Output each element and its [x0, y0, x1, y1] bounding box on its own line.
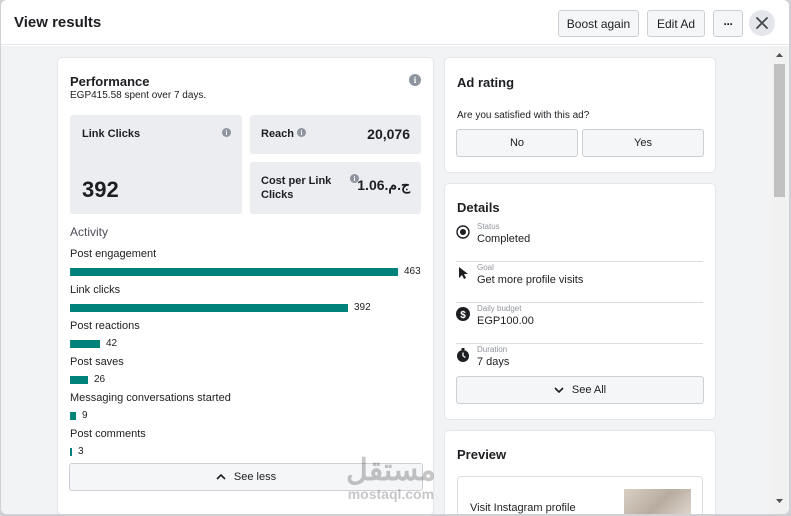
reach-value: 20,076 [367, 126, 410, 142]
close-icon [756, 17, 768, 29]
performance-subtitle: EGP415.58 spent over 7 days. [70, 90, 207, 101]
link-clicks-label: Link Clicks [82, 128, 141, 140]
detail-row-status: Status Completed [456, 221, 703, 262]
scroll-down-icon[interactable] [772, 496, 787, 506]
scrollbar-thumb[interactable] [774, 64, 785, 197]
goal-value: Get more profile visits [477, 274, 584, 286]
goal-label: Goal [477, 263, 494, 272]
activity-bar [70, 268, 398, 276]
duration-label: Duration [477, 345, 508, 354]
activity-value: 463 [404, 266, 421, 277]
ad-rating-question: Are you satisfied with this ad? [457, 110, 590, 121]
modal-content: Performance EGP415.58 spent over 7 days.… [1, 46, 789, 514]
watermark-sub: mostaql.com [347, 486, 435, 502]
duration-value: 7 days [477, 356, 510, 368]
activity-label: Messaging conversations started [70, 392, 231, 404]
scroll-up-icon[interactable] [772, 50, 787, 60]
activity-bar [70, 448, 72, 456]
watermark: مستقل mostaql.com [346, 454, 436, 503]
close-button[interactable] [749, 10, 775, 36]
cost-per-click-value: ج.م.1.06 [357, 177, 410, 193]
scrollbar[interactable] [772, 46, 787, 514]
link-clicks-info-icon[interactable]: i [222, 128, 231, 137]
activity-label: Post engagement [70, 248, 157, 260]
link-clicks-box: Link Clicks i 392 [70, 115, 242, 214]
cost-per-click-box: Cost per Link Clicks i ج.م.1.06 [250, 162, 421, 214]
preview-card: Preview Visit Instagram profile [445, 431, 715, 514]
preview-link-text: Visit Instagram profile [470, 502, 576, 514]
performance-info-icon[interactable]: i [409, 74, 421, 86]
reach-box: Reach i 20,076 [250, 115, 421, 154]
activity-list: Post engagement 463 Link clicks 392 Post rea… [70, 248, 425, 468]
activity-value: 3 [78, 446, 84, 457]
preview-thumbnail [624, 489, 691, 514]
rating-no-button[interactable]: No [456, 129, 578, 157]
budget-label: Daily budget [477, 304, 522, 313]
modal-title: View results [14, 14, 102, 31]
performance-title: Performance [70, 74, 150, 89]
chevron-up-icon [216, 473, 226, 480]
ad-rating-card: Ad rating Are you satisfied with this ad… [445, 58, 715, 172]
activity-bar [70, 340, 100, 348]
boost-again-button[interactable]: Boost again [558, 10, 639, 37]
budget-value: EGP100.00 [477, 315, 534, 327]
rating-yes-button[interactable]: Yes [582, 129, 704, 157]
activity-value: 42 [106, 338, 118, 349]
more-options-button[interactable]: ··· [713, 10, 743, 37]
ad-rating-title: Ad rating [457, 75, 515, 90]
activity-title: Activity [70, 225, 109, 239]
details-card: Details Status Completed Goal Get more p… [445, 184, 715, 419]
status-value: Completed [477, 233, 531, 245]
reach-info-icon[interactable]: i [297, 128, 306, 137]
preview-box[interactable]: Visit Instagram profile [457, 476, 703, 514]
details-title: Details [457, 200, 500, 215]
dollar-icon: $ [456, 307, 470, 321]
see-all-label: See All [571, 384, 607, 396]
cost-per-click-label: Cost per Link Clicks [261, 175, 332, 201]
cursor-icon [459, 267, 468, 279]
status-icon [456, 225, 470, 239]
performance-card: Performance EGP415.58 spent over 7 days.… [58, 58, 433, 514]
stopwatch-icon [457, 348, 469, 362]
svg-text:$: $ [460, 310, 466, 321]
modal-header: View results Boost again Edit Ad ··· [1, 0, 789, 45]
activity-bar [70, 412, 76, 420]
see-less-label: See less [233, 471, 277, 483]
reach-label: Reach [261, 128, 295, 140]
activity-value: 26 [94, 374, 106, 385]
activity-label: Link clicks [70, 284, 121, 296]
activity-value: 392 [354, 302, 371, 313]
detail-row-budget: $ Daily budget EGP100.00 [456, 303, 703, 344]
status-label: Status [477, 222, 500, 231]
view-results-modal: View results Boost again Edit Ad ··· Per… [1, 0, 789, 514]
activity-value: 9 [82, 410, 88, 421]
preview-title: Preview [457, 447, 507, 462]
watermark-text: مستقل [346, 454, 436, 487]
activity-bar [70, 376, 88, 384]
see-all-button[interactable]: See All [456, 376, 704, 404]
activity-label: Post comments [70, 428, 146, 440]
detail-row-goal: Goal Get more profile visits [456, 262, 703, 303]
activity-bar [70, 304, 348, 312]
link-clicks-value: 392 [82, 177, 119, 202]
edit-ad-button[interactable]: Edit Ad [647, 10, 705, 37]
chevron-down-icon [554, 387, 564, 394]
activity-label: Post saves [70, 356, 124, 368]
activity-label: Post reactions [70, 320, 140, 332]
